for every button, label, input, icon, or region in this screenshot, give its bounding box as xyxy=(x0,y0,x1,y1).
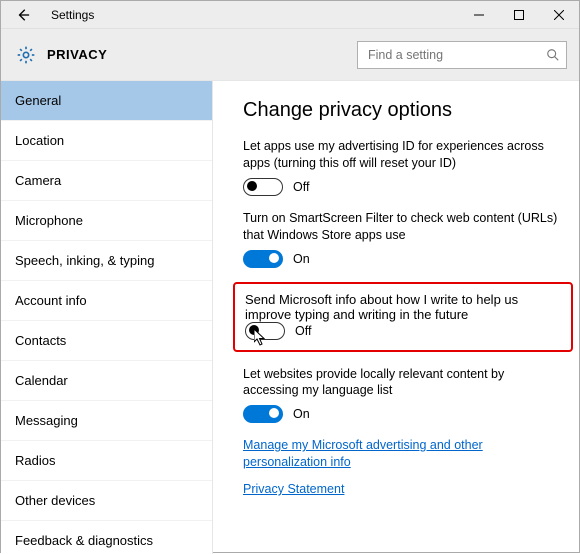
search-icon xyxy=(546,48,560,62)
minimize-button[interactable] xyxy=(459,1,499,29)
close-button[interactable] xyxy=(539,1,579,29)
sidebar-item-account-info[interactable]: Account info xyxy=(1,281,212,321)
toggle-row: Off xyxy=(245,322,561,340)
sidebar-item-label: Other devices xyxy=(15,493,95,508)
search-input[interactable] xyxy=(366,47,546,63)
option-language-list: Let websites provide locally relevant co… xyxy=(243,366,563,424)
link-privacy-statement[interactable]: Privacy Statement xyxy=(243,481,344,498)
maximize-button[interactable] xyxy=(499,1,539,29)
sidebar-item-label: Radios xyxy=(15,453,55,468)
gear-icon xyxy=(15,44,37,66)
option-smartscreen: Turn on SmartScreen Filter to check web … xyxy=(243,210,563,268)
toggle-typing-info[interactable] xyxy=(245,322,285,340)
minimize-icon xyxy=(474,10,484,20)
link-manage-ad-info[interactable]: Manage my Microsoft advertising and othe… xyxy=(243,437,563,471)
toggle-row: On xyxy=(243,405,563,423)
toggle-row: Off xyxy=(243,178,563,196)
sidebar: General Location Camera Microphone Speech, i… xyxy=(1,81,213,554)
sidebar-item-speech-inking-typing[interactable]: Speech, inking, & typing xyxy=(1,241,212,281)
page-title: Change privacy options xyxy=(243,99,563,122)
section-title: PRIVACY xyxy=(47,47,107,62)
sidebar-item-contacts[interactable]: Contacts xyxy=(1,321,212,361)
sidebar-item-other-devices[interactable]: Other devices xyxy=(1,481,212,521)
toggle-state-label: On xyxy=(293,407,310,421)
sidebar-item-label: Contacts xyxy=(15,333,66,348)
sidebar-item-radios[interactable]: Radios xyxy=(1,441,212,481)
arrow-left-icon xyxy=(16,8,30,22)
sidebar-item-label: Messaging xyxy=(15,413,78,428)
sidebar-item-label: Calendar xyxy=(15,373,68,388)
toggle-state-label: Off xyxy=(293,180,309,194)
sidebar-item-label: Speech, inking, & typing xyxy=(15,253,154,268)
option-description: Send Microsoft info about how I write to… xyxy=(245,292,561,322)
maximize-icon xyxy=(514,10,524,20)
toggle-knob xyxy=(269,253,279,263)
option-typing-info: Send Microsoft info about how I write to… xyxy=(233,282,573,352)
toggle-row: On xyxy=(243,250,563,268)
sidebar-item-label: Location xyxy=(15,133,64,148)
window-title: Settings xyxy=(51,8,94,22)
sidebar-item-calendar[interactable]: Calendar xyxy=(1,361,212,401)
toggle-language-list[interactable] xyxy=(243,405,283,423)
toggle-knob xyxy=(249,325,259,335)
header: PRIVACY xyxy=(1,29,579,81)
sidebar-item-label: General xyxy=(15,93,61,108)
toggle-state-label: On xyxy=(293,252,310,266)
option-description: Let apps use my advertising ID for exper… xyxy=(243,138,563,172)
sidebar-item-messaging[interactable]: Messaging xyxy=(1,401,212,441)
option-description: Let websites provide locally relevant co… xyxy=(243,366,563,400)
toggle-knob xyxy=(269,408,279,418)
option-advertising-id: Let apps use my advertising ID for exper… xyxy=(243,138,563,196)
sidebar-item-microphone[interactable]: Microphone xyxy=(1,201,212,241)
sidebar-item-label: Microphone xyxy=(15,213,83,228)
sidebar-item-label: Camera xyxy=(15,173,61,188)
toggle-advertising-id[interactable] xyxy=(243,178,283,196)
close-icon xyxy=(554,10,564,20)
content: Change privacy options Let apps use my a… xyxy=(213,81,579,554)
back-button[interactable] xyxy=(9,1,37,29)
toggle-smartscreen[interactable] xyxy=(243,250,283,268)
sidebar-item-label: Feedback & diagnostics xyxy=(15,533,153,548)
sidebar-item-label: Account info xyxy=(15,293,87,308)
sidebar-item-camera[interactable]: Camera xyxy=(1,161,212,201)
sidebar-item-general[interactable]: General xyxy=(1,81,212,121)
sidebar-item-location[interactable]: Location xyxy=(1,121,212,161)
search-box[interactable] xyxy=(357,41,567,69)
option-description: Turn on SmartScreen Filter to check web … xyxy=(243,210,563,244)
body: General Location Camera Microphone Speech, i… xyxy=(1,81,579,554)
toggle-state-label: Off xyxy=(295,324,311,338)
sidebar-item-feedback-diagnostics[interactable]: Feedback & diagnostics xyxy=(1,521,212,554)
titlebar: Settings xyxy=(1,1,579,29)
toggle-knob xyxy=(247,181,257,191)
